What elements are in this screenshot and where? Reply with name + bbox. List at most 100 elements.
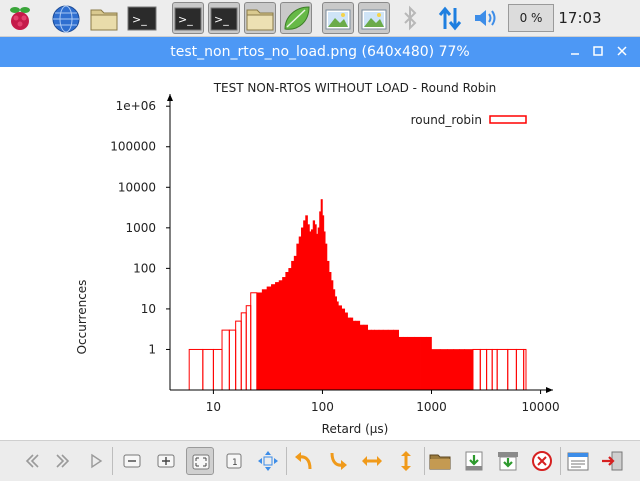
next-button[interactable] [50, 447, 78, 475]
histogram-bar [221, 329, 230, 391]
bluetooth-icon [404, 5, 417, 31]
histogram-bar [496, 348, 509, 391]
taskbar-terminal-window[interactable]: >_ [172, 2, 204, 34]
y-axis-arrow [167, 94, 173, 101]
original-size-button[interactable]: 1 [220, 447, 248, 475]
close-button[interactable] [612, 37, 632, 67]
fit-to-window-button[interactable] [186, 447, 214, 475]
histogram-bar [439, 349, 448, 391]
histogram-bar [291, 260, 295, 391]
delete-button[interactable] [528, 447, 556, 475]
histogram-bar [285, 272, 289, 391]
rotate-left-button[interactable] [290, 447, 318, 475]
histogram-bar [414, 336, 422, 391]
histogram-bar [256, 292, 263, 391]
zoom-in-button[interactable] [152, 447, 180, 475]
minimize-button[interactable] [565, 37, 585, 67]
histogram-bar [407, 336, 415, 391]
histogram-bar [250, 292, 258, 391]
histogram-bar [367, 329, 372, 391]
preferences-button[interactable] [564, 447, 592, 475]
clock[interactable]: 17:03 [558, 0, 602, 36]
x-tick-label: 10000 [521, 400, 559, 414]
taskbar-image-viewer-window[interactable] [322, 2, 354, 34]
quit-icon [602, 451, 623, 471]
histogram-bar [398, 336, 404, 391]
preferences-icon [567, 452, 589, 471]
maximize-button[interactable] [588, 37, 608, 67]
flip-vertical-button[interactable] [392, 447, 420, 475]
y-tick-label: 10000 [118, 180, 156, 194]
histogram-bar [298, 236, 302, 391]
y-axis-label: Occurrences [75, 280, 89, 355]
histogram-bar [447, 349, 455, 391]
histogram-bar [486, 348, 493, 391]
toolbar-separator [112, 447, 113, 475]
histogram-bar [212, 348, 223, 391]
histogram-bar [288, 268, 292, 391]
image-viewer-window-2-icon [361, 9, 387, 30]
histogram-bar [453, 349, 460, 391]
fullscreen-button[interactable] [254, 447, 282, 475]
network-button[interactable] [434, 2, 466, 34]
open-file-button[interactable] [426, 447, 454, 475]
rotate-right-button[interactable] [324, 447, 352, 475]
histogram-bar [188, 348, 204, 391]
rotate-left-icon [295, 452, 312, 470]
file-manager-icon [90, 9, 118, 31]
open-file-icon [429, 454, 451, 470]
quit-button[interactable] [598, 447, 626, 475]
bluetooth-button[interactable] [394, 2, 426, 34]
rotate-right-icon [330, 452, 347, 470]
taskbar-image-viewer-window-2[interactable] [358, 2, 390, 34]
slideshow-button[interactable] [82, 447, 110, 475]
terminal-icon: >_ [127, 6, 157, 31]
save-file-button[interactable] [460, 447, 488, 475]
volume-button[interactable] [470, 2, 502, 34]
histogram-bar [349, 317, 354, 391]
histogram-bar [240, 312, 247, 391]
raspberry-menu-icon [10, 7, 30, 30]
cpu-usage-monitor[interactable]: 0 % [508, 4, 554, 32]
web-browser-button[interactable] [50, 2, 82, 34]
svg-text:>_: >_ [132, 13, 147, 26]
web-browser-icon [52, 5, 80, 33]
histogram-bar [354, 320, 361, 391]
previous-button[interactable] [16, 447, 44, 475]
chart-title: TEST NON-RTOS WITHOUT LOAD - Round Robin [213, 81, 497, 95]
save-as-button[interactable] [494, 447, 522, 475]
histogram-bar [303, 220, 306, 391]
x-tick-label: 10 [206, 400, 221, 414]
flip-horizontal-button[interactable] [358, 447, 386, 475]
legend-label: round_robin [411, 113, 482, 127]
raspberry-menu-button[interactable] [4, 2, 36, 34]
terminal-button[interactable]: >_ [126, 2, 158, 34]
histogram-bar [359, 324, 365, 391]
taskbar-text-editor-window[interactable] [280, 2, 312, 34]
window-titlebar[interactable]: test_non_rtos_no_load.png (640x480) 77% [0, 37, 640, 67]
volume-icon [475, 10, 496, 26]
histogram-bar [491, 348, 498, 391]
taskbar-folder-window[interactable] [244, 2, 276, 34]
save-file-icon [465, 451, 483, 471]
fullscreen-icon [258, 451, 278, 471]
histogram-bar [402, 336, 408, 391]
histogram-bar [370, 329, 375, 391]
histogram-bar [347, 317, 351, 391]
image-viewport[interactable]: TEST NON-RTOS WITHOUT LOAD - Round Robin… [0, 67, 640, 440]
flip-horizontal-icon [362, 456, 382, 466]
histogram-bar [507, 348, 517, 391]
histogram-bar [464, 349, 474, 391]
histogram-bar [278, 280, 283, 391]
x-tick-label: 1000 [416, 400, 447, 414]
histogram-bar [515, 348, 525, 391]
delete-icon [532, 451, 552, 471]
fit-to-window-icon [192, 454, 210, 470]
histogram-bar [344, 312, 348, 391]
next-icon [56, 454, 70, 468]
histogram-bar [393, 329, 399, 391]
file-manager-button[interactable] [88, 2, 120, 34]
taskbar-terminal-window-2[interactable]: >_ [208, 2, 240, 34]
network-transfer-icon [438, 6, 462, 31]
zoom-out-button[interactable] [118, 447, 146, 475]
